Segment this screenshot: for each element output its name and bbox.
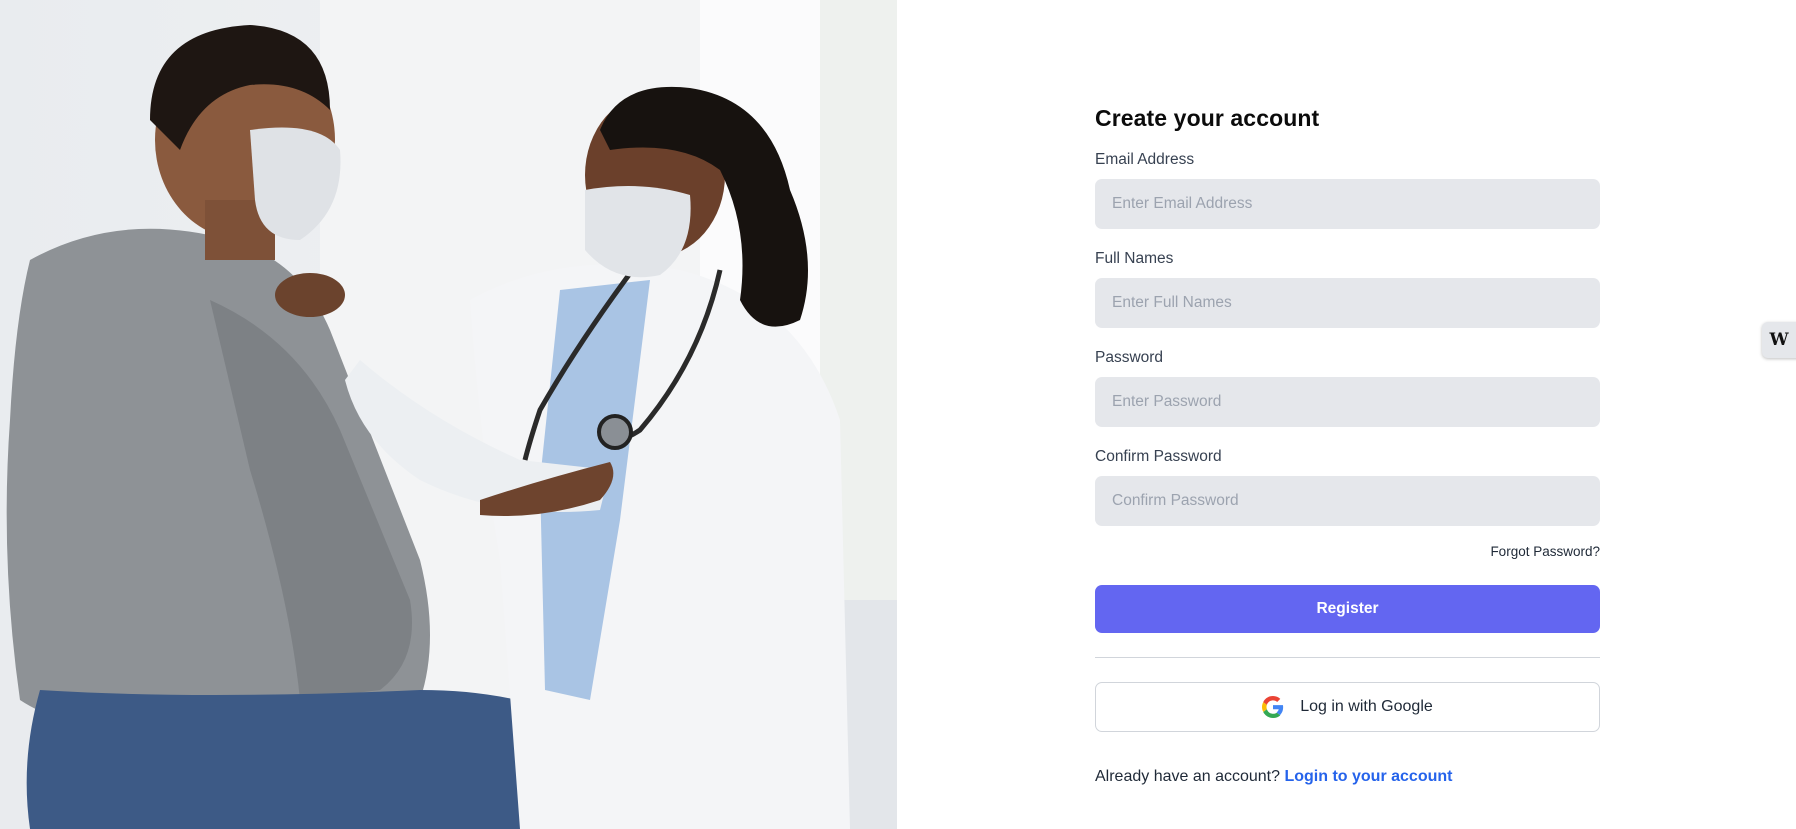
- password-label: Password: [1095, 349, 1164, 366]
- forgot-row: Forgot Password?: [1095, 543, 1600, 561]
- hero-photo: [0, 0, 897, 829]
- confirm-password-input[interactable]: [1095, 476, 1600, 526]
- email-field-group: Email Address: [1095, 151, 1600, 229]
- confirm-password-label: Confirm Password: [1095, 448, 1222, 465]
- google-login-label: Log in with Google: [1300, 698, 1433, 715]
- full-names-field-group: Full Names: [1095, 250, 1600, 328]
- password-input[interactable]: [1095, 377, 1600, 427]
- side-widget-button[interactable]: W: [1762, 322, 1796, 358]
- forgot-password-link[interactable]: Forgot Password?: [1490, 544, 1600, 559]
- w-logo-icon: W: [1769, 330, 1788, 350]
- register-button[interactable]: Register: [1095, 585, 1600, 633]
- register-form: Create your account Email Address Full N…: [1095, 100, 1600, 786]
- doctor-patient-illustration: [0, 0, 897, 829]
- password-field-group: Password: [1095, 349, 1600, 427]
- register-page: Create your account Email Address Full N…: [0, 0, 1796, 829]
- email-label: Email Address: [1095, 151, 1195, 168]
- login-link[interactable]: Login to your account: [1284, 768, 1452, 785]
- google-login-button[interactable]: Log in with Google: [1095, 682, 1600, 732]
- google-icon: [1262, 696, 1284, 718]
- email-input[interactable]: [1095, 179, 1600, 229]
- page-title: Create your account: [1095, 105, 1320, 131]
- full-names-label: Full Names: [1095, 250, 1174, 267]
- full-names-input[interactable]: [1095, 278, 1600, 328]
- login-prompt: Already have an account? Login to your a…: [1095, 768, 1600, 786]
- login-prompt-text: Already have an account?: [1095, 768, 1281, 785]
- divider: [1095, 657, 1600, 658]
- confirm-password-field-group: Confirm Password: [1095, 448, 1600, 526]
